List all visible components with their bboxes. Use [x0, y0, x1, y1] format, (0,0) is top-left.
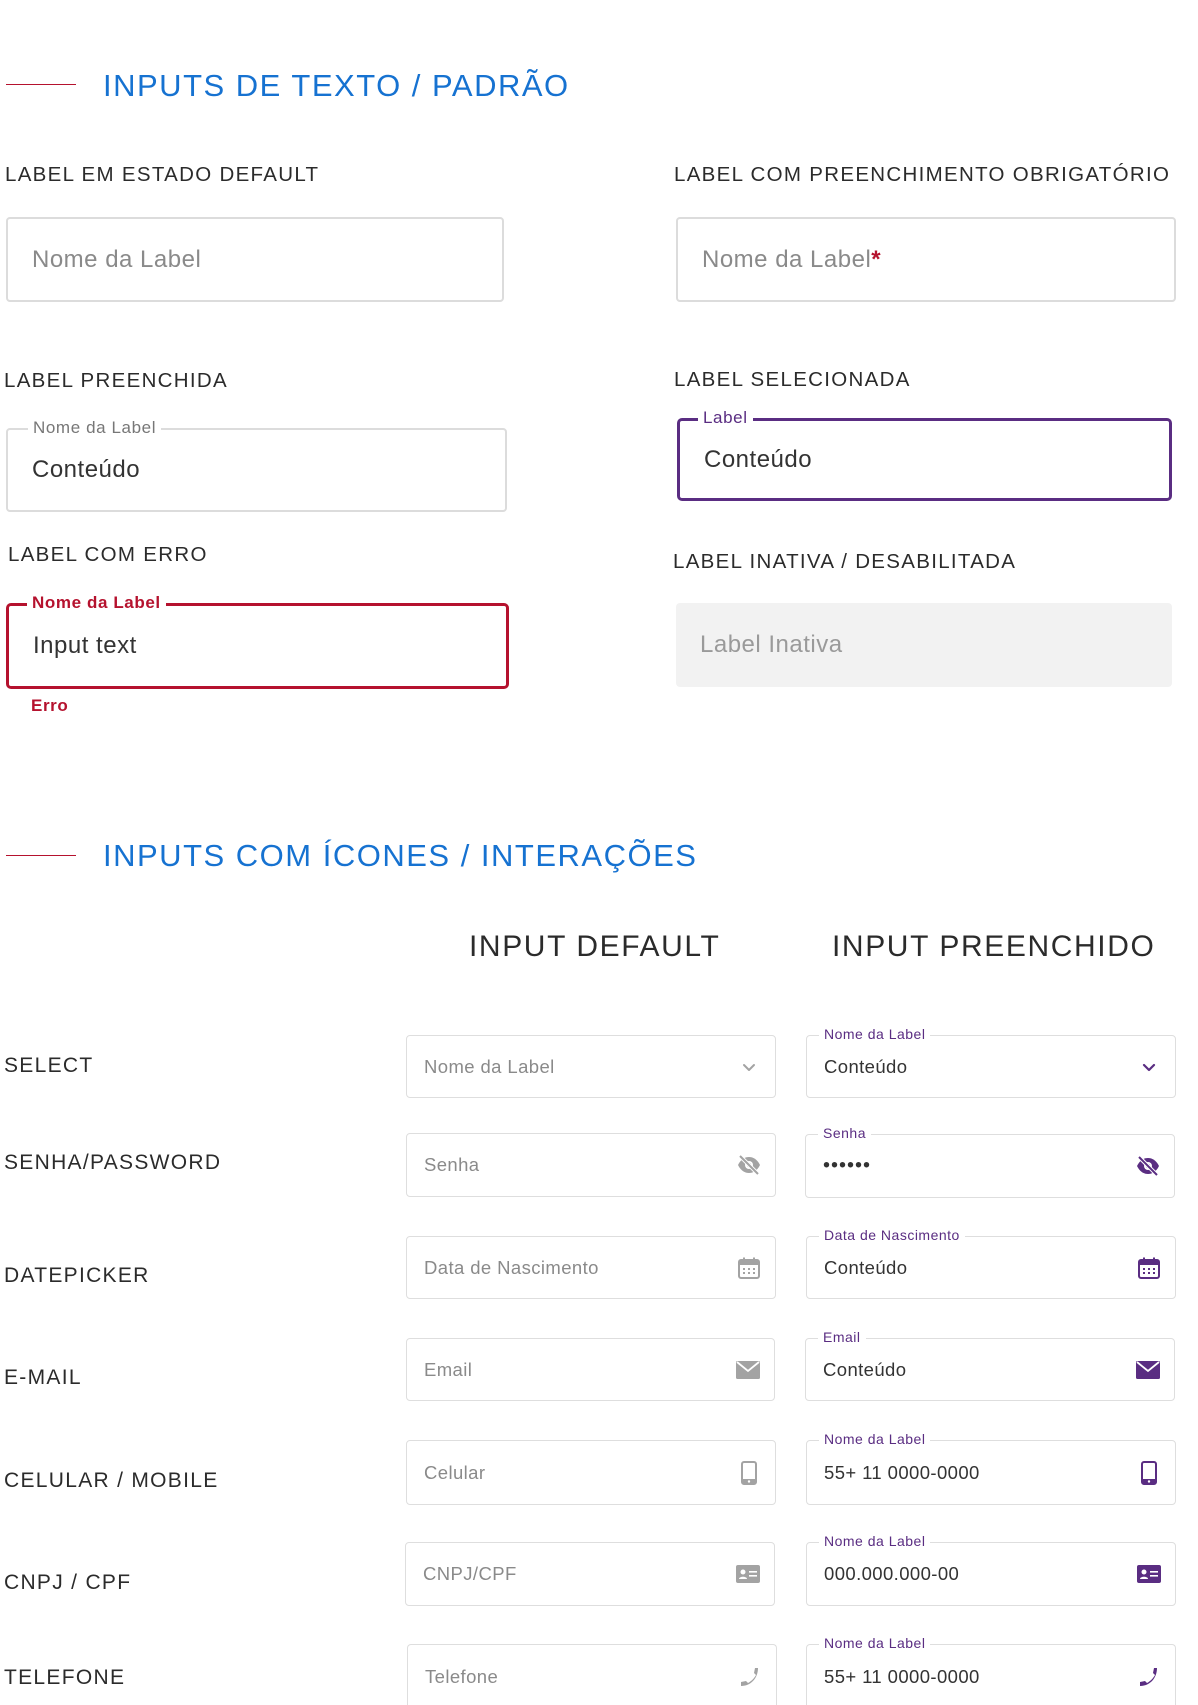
column-header-filled: INPUT PREENCHIDO	[832, 930, 1156, 963]
mail-icon	[1136, 1358, 1160, 1382]
row-label-mobile: CELULAR / MOBILE	[4, 1469, 219, 1492]
input-default[interactable]: Nome da Label	[6, 217, 504, 302]
error-message: Erro	[31, 696, 69, 715]
caption-error: LABEL COM ERRO	[8, 543, 208, 566]
input-selected[interactable]: Label Conteúdo	[677, 408, 1172, 501]
password-filled-label: Senha	[818, 1125, 871, 1142]
required-asterisk: *	[871, 245, 882, 273]
mobile-default-placeholder: Celular	[424, 1461, 486, 1483]
email-default-placeholder: Email	[424, 1358, 473, 1380]
input-error-value: Input text	[33, 632, 137, 659]
datepicker-default-placeholder: Data de Nascimento	[424, 1256, 599, 1278]
required-placeholder-text: Nome da Label	[702, 245, 872, 273]
datepicker-filled-label: Data de Nascimento	[819, 1227, 965, 1244]
datepicker-default[interactable]: Data de Nascimento	[406, 1236, 776, 1299]
caption-required: LABEL COM PREENCHIMENTO OBRIGATÓRIO	[674, 163, 1171, 186]
chevron-down-icon[interactable]	[1137, 1055, 1161, 1079]
row-label-password: SENHA/PASSWORD	[4, 1151, 222, 1174]
column-header-default: INPUT DEFAULT	[469, 930, 721, 963]
input-filled-value: Conteúdo	[32, 456, 141, 483]
mobile-default[interactable]: Celular	[406, 1440, 776, 1505]
password-default-placeholder: Senha	[424, 1154, 480, 1175]
row-label-email: E-MAIL	[4, 1366, 82, 1389]
select-filled[interactable]: Nome da Label Conteúdo	[806, 1026, 1176, 1098]
id-card-icon	[736, 1562, 760, 1586]
input-required-placeholder: Nome da Label*	[702, 246, 881, 274]
chevron-down-icon[interactable]	[737, 1055, 761, 1079]
caption-selected: LABEL SELECIONADA	[674, 368, 911, 391]
cnpj-filled-label: Nome da Label	[819, 1533, 931, 1550]
calendar-icon[interactable]	[737, 1256, 761, 1280]
input-required[interactable]: Nome da Label*	[676, 217, 1176, 302]
mobile-filled[interactable]: Nome da Label 55+ 11 0000-0000	[806, 1431, 1176, 1505]
input-filled-label: Nome da Label	[28, 418, 162, 438]
id-card-icon	[1137, 1562, 1161, 1586]
password-filled-value: ••••••	[823, 1154, 872, 1177]
mobile-filled-value: 55+ 11 0000-0000	[824, 1461, 980, 1483]
mobile-icon	[737, 1460, 761, 1485]
telefone-default-placeholder: Telefone	[425, 1666, 499, 1687]
cnpj-default-placeholder: CNPJ/CPF	[423, 1563, 517, 1584]
telefone-filled-value: 55+ 11 0000-0000	[824, 1666, 980, 1687]
email-filled-label: Email	[818, 1329, 866, 1346]
input-default-placeholder: Nome da Label	[32, 245, 202, 273]
password-default[interactable]: Senha	[406, 1133, 776, 1197]
section-title-icon-inputs: INPUTS COM ÍCONES / INTERAÇÕES	[103, 838, 698, 873]
telefone-filled-label: Nome da Label	[819, 1635, 931, 1652]
input-error-label: Nome da Label	[27, 593, 166, 613]
select-filled-value: Conteúdo	[824, 1055, 908, 1077]
mobile-filled-label: Nome da Label	[819, 1431, 931, 1448]
section-divider	[6, 855, 76, 856]
caption-disabled: LABEL INATIVA / DESABILITADA	[673, 550, 1017, 573]
row-label-datepicker: DATEPICKER	[4, 1264, 150, 1287]
section-divider	[6, 84, 76, 85]
telefone-filled[interactable]: Nome da Label 55+ 11 0000-0000	[806, 1635, 1176, 1705]
password-filled[interactable]: Senha ••••••	[805, 1125, 1175, 1198]
mail-icon	[736, 1358, 760, 1382]
cnpj-default[interactable]: CNPJ/CPF	[405, 1542, 775, 1606]
section-title-text-inputs: INPUTS DE TEXTO / PADRÃO	[103, 68, 570, 103]
email-filled[interactable]: Email Conteúdo	[805, 1329, 1175, 1401]
input-selected-value: Conteúdo	[704, 445, 813, 473]
input-filled[interactable]: Nome da Label Conteúdo	[6, 418, 507, 512]
input-error[interactable]: Nome da Label Input text	[6, 593, 509, 689]
datepicker-filled[interactable]: Data de Nascimento Conteúdo	[806, 1227, 1176, 1299]
row-label-telefone: TELEFONE	[4, 1666, 126, 1689]
input-disabled-placeholder: Label Inativa	[700, 631, 843, 658]
select-filled-label: Nome da Label	[819, 1026, 931, 1043]
telefone-default[interactable]: Telefone	[407, 1644, 777, 1705]
select-default[interactable]: Nome da Label	[406, 1035, 776, 1098]
select-default-placeholder: Nome da Label	[424, 1055, 555, 1077]
email-default[interactable]: Email	[406, 1338, 775, 1401]
eye-off-icon[interactable]	[737, 1153, 761, 1177]
phone-icon	[1137, 1665, 1161, 1689]
caption-default: LABEL EM ESTADO DEFAULT	[5, 163, 320, 186]
email-filled-value: Conteúdo	[823, 1358, 907, 1380]
datepicker-filled-value: Conteúdo	[824, 1256, 908, 1278]
eye-off-icon[interactable]	[1136, 1154, 1160, 1178]
cnpj-filled-value: 000.000.000-00	[824, 1563, 960, 1584]
row-label-cnpj-cpf: CNPJ / CPF	[4, 1571, 132, 1594]
mobile-icon	[1137, 1460, 1161, 1485]
phone-icon	[738, 1665, 762, 1689]
row-label-select: SELECT	[4, 1054, 94, 1077]
input-disabled: Label Inativa	[676, 603, 1172, 687]
calendar-icon[interactable]	[1137, 1256, 1161, 1280]
cnpj-filled[interactable]: Nome da Label 000.000.000-00	[806, 1533, 1176, 1606]
input-selected-label: Label	[698, 408, 753, 428]
caption-filled: LABEL PREENCHIDA	[4, 369, 228, 392]
